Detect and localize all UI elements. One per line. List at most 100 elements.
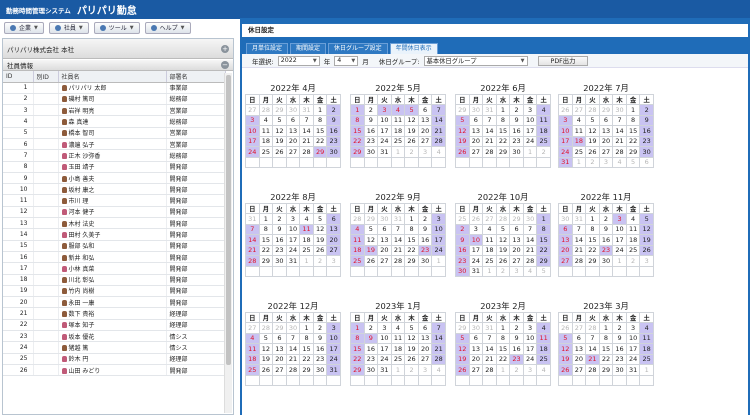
day-cell[interactable]: 17 <box>625 343 641 355</box>
day-cell[interactable]: 9 <box>509 114 524 126</box>
adjacent-month-day[interactable]: 28 <box>495 213 511 225</box>
adjacent-month-day[interactable]: 1 <box>299 255 314 267</box>
employee-row[interactable]: 2 磯村 篤司 総務部 <box>3 93 226 106</box>
empty-cell[interactable] <box>571 374 587 386</box>
holiday-cell[interactable]: 10 <box>326 332 341 344</box>
day-cell[interactable]: 18 <box>625 234 641 246</box>
day-cell[interactable]: 10 <box>612 223 627 235</box>
day-cell[interactable]: 8 <box>299 332 314 344</box>
employee-row[interactable]: 13 木村 法史 開発部 <box>3 217 226 230</box>
holiday-cell[interactable]: 11 <box>639 332 654 344</box>
adjacent-month-day[interactable]: 1 <box>482 265 497 277</box>
day-cell[interactable]: 13 <box>509 234 524 246</box>
day-cell[interactable]: 12 <box>495 234 511 246</box>
holiday-cell[interactable]: 18 <box>245 353 260 365</box>
empty-cell[interactable] <box>482 374 497 386</box>
adjacent-month-day[interactable]: 4 <box>536 364 551 376</box>
empty-cell[interactable] <box>350 374 365 386</box>
day-cell[interactable]: 13 <box>417 114 433 126</box>
day-cell[interactable]: 31 <box>625 364 641 376</box>
adjacent-month-day[interactable]: 3 <box>598 156 614 168</box>
day-cell[interactable]: 2 <box>312 322 328 334</box>
adjacent-month-day[interactable]: 2 <box>495 265 511 277</box>
holiday-cell[interactable]: 24 <box>431 244 446 256</box>
day-cell[interactable]: 1 <box>598 322 614 334</box>
holiday-cell[interactable]: 1 <box>350 104 365 116</box>
holiday-cell[interactable]: 28 <box>245 255 260 267</box>
col-alt-id[interactable]: 別ID <box>33 71 59 83</box>
employee-row[interactable]: 3 岩祥 明亮 営業部 <box>3 104 226 117</box>
empty-cell[interactable] <box>350 265 365 277</box>
day-cell[interactable]: 15 <box>495 125 511 137</box>
day-cell[interactable]: 21 <box>571 244 587 256</box>
holiday-cell[interactable]: 5 <box>558 332 573 344</box>
tab-group[interactable]: 休日グループ設定 <box>328 43 388 54</box>
day-cell[interactable]: 10 <box>285 223 301 235</box>
pdf-export-button[interactable]: PDF出力 <box>537 55 589 66</box>
adjacent-month-day[interactable]: 4 <box>431 364 446 376</box>
day-cell[interactable]: 24 <box>377 353 392 365</box>
adjacent-month-day[interactable]: 29 <box>509 213 524 225</box>
holiday-cell[interactable]: 20 <box>326 234 341 246</box>
adjacent-month-day[interactable]: 2 <box>404 364 419 376</box>
day-cell[interactable]: 1 <box>404 213 419 225</box>
day-cell[interactable]: 31 <box>377 364 392 376</box>
empty-cell[interactable] <box>431 156 446 168</box>
day-cell[interactable]: 4 <box>625 213 641 225</box>
holiday-cell[interactable]: 24 <box>558 146 573 158</box>
day-cell[interactable]: 28 <box>299 146 314 158</box>
adjacent-month-day[interactable]: 28 <box>350 213 365 225</box>
day-cell[interactable]: 30 <box>417 255 433 267</box>
empty-cell[interactable] <box>404 156 419 168</box>
day-cell[interactable]: 3 <box>468 223 484 235</box>
day-cell[interactable]: 9 <box>272 223 287 235</box>
empty-cell[interactable] <box>285 265 301 277</box>
day-cell[interactable]: 31 <box>468 265 484 277</box>
holiday-cell[interactable]: 2 <box>455 223 470 235</box>
empty-cell[interactable] <box>312 156 328 168</box>
menu-help-button[interactable]: ヘルプ ▼ <box>144 21 191 34</box>
employee-row[interactable]: 23 坂本 優花 情シス <box>3 330 226 343</box>
day-cell[interactable]: 28 <box>482 146 497 158</box>
day-cell[interactable]: 11 <box>258 125 274 137</box>
empty-cell[interactable] <box>245 374 260 386</box>
collapse-icon[interactable]: − <box>221 61 229 69</box>
employee-row[interactable]: 9 小島 善夫 開発部 <box>3 172 226 185</box>
empty-cell[interactable] <box>522 374 538 386</box>
day-cell[interactable]: 29 <box>625 146 641 158</box>
holiday-cell[interactable]: 29 <box>312 146 328 158</box>
day-cell[interactable]: 21 <box>612 135 627 147</box>
day-cell[interactable]: 22 <box>258 244 274 256</box>
adjacent-month-day[interactable]: 3 <box>417 364 433 376</box>
day-cell[interactable]: 23 <box>312 353 328 365</box>
employee-row[interactable]: 24 猪越 篤 情シス <box>3 341 226 354</box>
adjacent-month-day[interactable]: 30 <box>468 322 484 334</box>
holiday-cell[interactable]: 11 <box>536 114 551 126</box>
holiday-cell[interactable]: 17 <box>431 234 446 246</box>
adjacent-month-day[interactable]: 31 <box>482 104 497 116</box>
holiday-cell[interactable]: 16 <box>455 244 470 256</box>
day-cell[interactable]: 3 <box>522 104 538 116</box>
adjacent-month-day[interactable]: 31 <box>245 213 260 225</box>
day-cell[interactable]: 13 <box>598 125 614 137</box>
empty-cell[interactable] <box>598 374 614 386</box>
tab-annual[interactable]: 年間休日表示 <box>389 43 438 54</box>
day-cell[interactable]: 22 <box>312 135 328 147</box>
day-cell[interactable]: 30 <box>312 364 328 376</box>
day-cell[interactable]: 28 <box>522 255 538 267</box>
day-cell[interactable]: 6 <box>377 223 392 235</box>
day-cell[interactable]: 1 <box>495 322 511 334</box>
day-cell[interactable]: 10 <box>625 332 641 344</box>
day-cell[interactable]: 16 <box>509 343 524 355</box>
day-cell[interactable]: 15 <box>258 234 274 246</box>
day-cell[interactable]: 13 <box>468 343 484 355</box>
empty-cell[interactable] <box>299 265 314 277</box>
holiday-cell[interactable]: 3 <box>558 114 573 126</box>
holiday-cell[interactable]: 21 <box>245 244 260 256</box>
day-cell[interactable]: 29 <box>404 255 419 267</box>
employee-row[interactable]: 21 数下 貴裕 経理部 <box>3 307 226 320</box>
day-cell[interactable]: 31 <box>285 255 301 267</box>
day-cell[interactable]: 25 <box>299 244 314 256</box>
day-cell[interactable]: 16 <box>417 234 433 246</box>
holiday-cell[interactable]: 15 <box>350 343 365 355</box>
